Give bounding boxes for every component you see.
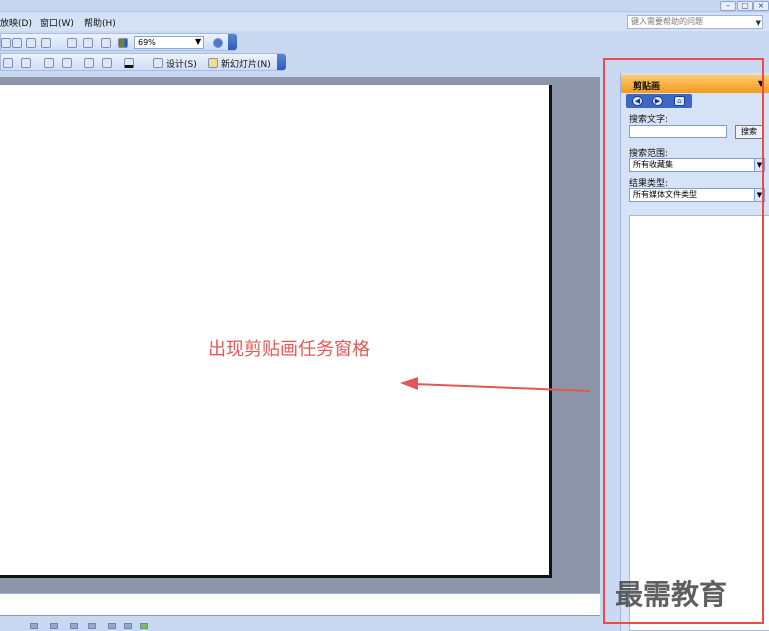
help-question-input[interactable]: 键入需要帮助的问题 ▼ (627, 15, 763, 29)
design-icon (153, 58, 163, 68)
increase-font-icon[interactable] (44, 58, 54, 68)
view-toolbar (0, 622, 600, 631)
zoom-value: 69% (138, 38, 156, 47)
grid-icon[interactable] (101, 38, 111, 48)
annotation-text: 出现剪贴画任务窗格 (208, 339, 370, 360)
zoom-select[interactable]: 69% (134, 36, 204, 49)
help-icon[interactable] (213, 38, 223, 48)
notes-view-icon[interactable] (108, 623, 116, 629)
menu-window[interactable]: 窗口(W) (40, 16, 74, 29)
annotation-arrow-icon (400, 377, 591, 392)
save-icon[interactable] (12, 38, 22, 48)
chevron-down-icon[interactable]: ▼ (195, 37, 201, 46)
increase-indent-icon[interactable] (102, 58, 112, 68)
color-icon[interactable] (118, 38, 128, 48)
open-icon[interactable] (1, 38, 11, 48)
new-slide-button[interactable]: 新幻灯片(N) (221, 57, 271, 70)
restore-icon[interactable]: □ (737, 1, 753, 11)
normal-view-icon[interactable] (30, 623, 38, 629)
watermark-text: 最需教育 (615, 578, 728, 611)
formatting-toolbar: 设计(S) 新幻灯片(N) (0, 53, 286, 71)
decrease-font-icon[interactable] (62, 58, 72, 68)
play-icon[interactable] (140, 623, 148, 629)
menu-slideshow[interactable]: 放映(D) (0, 16, 32, 29)
new-slide-icon (208, 58, 218, 68)
font-color-icon[interactable] (124, 58, 134, 68)
toolbar-grip[interactable] (277, 54, 286, 70)
chart-icon[interactable] (83, 38, 93, 48)
print-icon[interactable] (26, 38, 36, 48)
sorter-view-icon[interactable] (50, 623, 58, 629)
outline-view-icon[interactable] (70, 623, 78, 629)
chevron-down-icon[interactable]: ▼ (756, 17, 761, 29)
minimize-icon[interactable]: – (720, 1, 736, 11)
highlight-frame (603, 58, 764, 624)
close-icon[interactable]: × (753, 1, 769, 11)
slide-canvas[interactable] (0, 85, 552, 578)
numbered-list-icon[interactable] (21, 58, 31, 68)
decrease-indent-icon[interactable] (84, 58, 94, 68)
slideshow-view-icon[interactable] (88, 623, 96, 629)
bullet-list-icon[interactable] (3, 58, 13, 68)
design-button[interactable]: 设计(S) (166, 57, 197, 70)
menu-help[interactable]: 帮助(H) (84, 16, 116, 29)
preview-icon[interactable] (41, 38, 51, 48)
table-icon[interactable] (67, 38, 77, 48)
notes-pane[interactable] (0, 593, 600, 615)
toolbar-grip[interactable] (228, 34, 237, 50)
image-view-icon[interactable] (124, 623, 132, 629)
window-titlebar: – □ × (0, 0, 769, 12)
help-placeholder: 键入需要帮助的问题 (631, 17, 703, 26)
standard-toolbar: 69% ▼ (0, 33, 237, 51)
